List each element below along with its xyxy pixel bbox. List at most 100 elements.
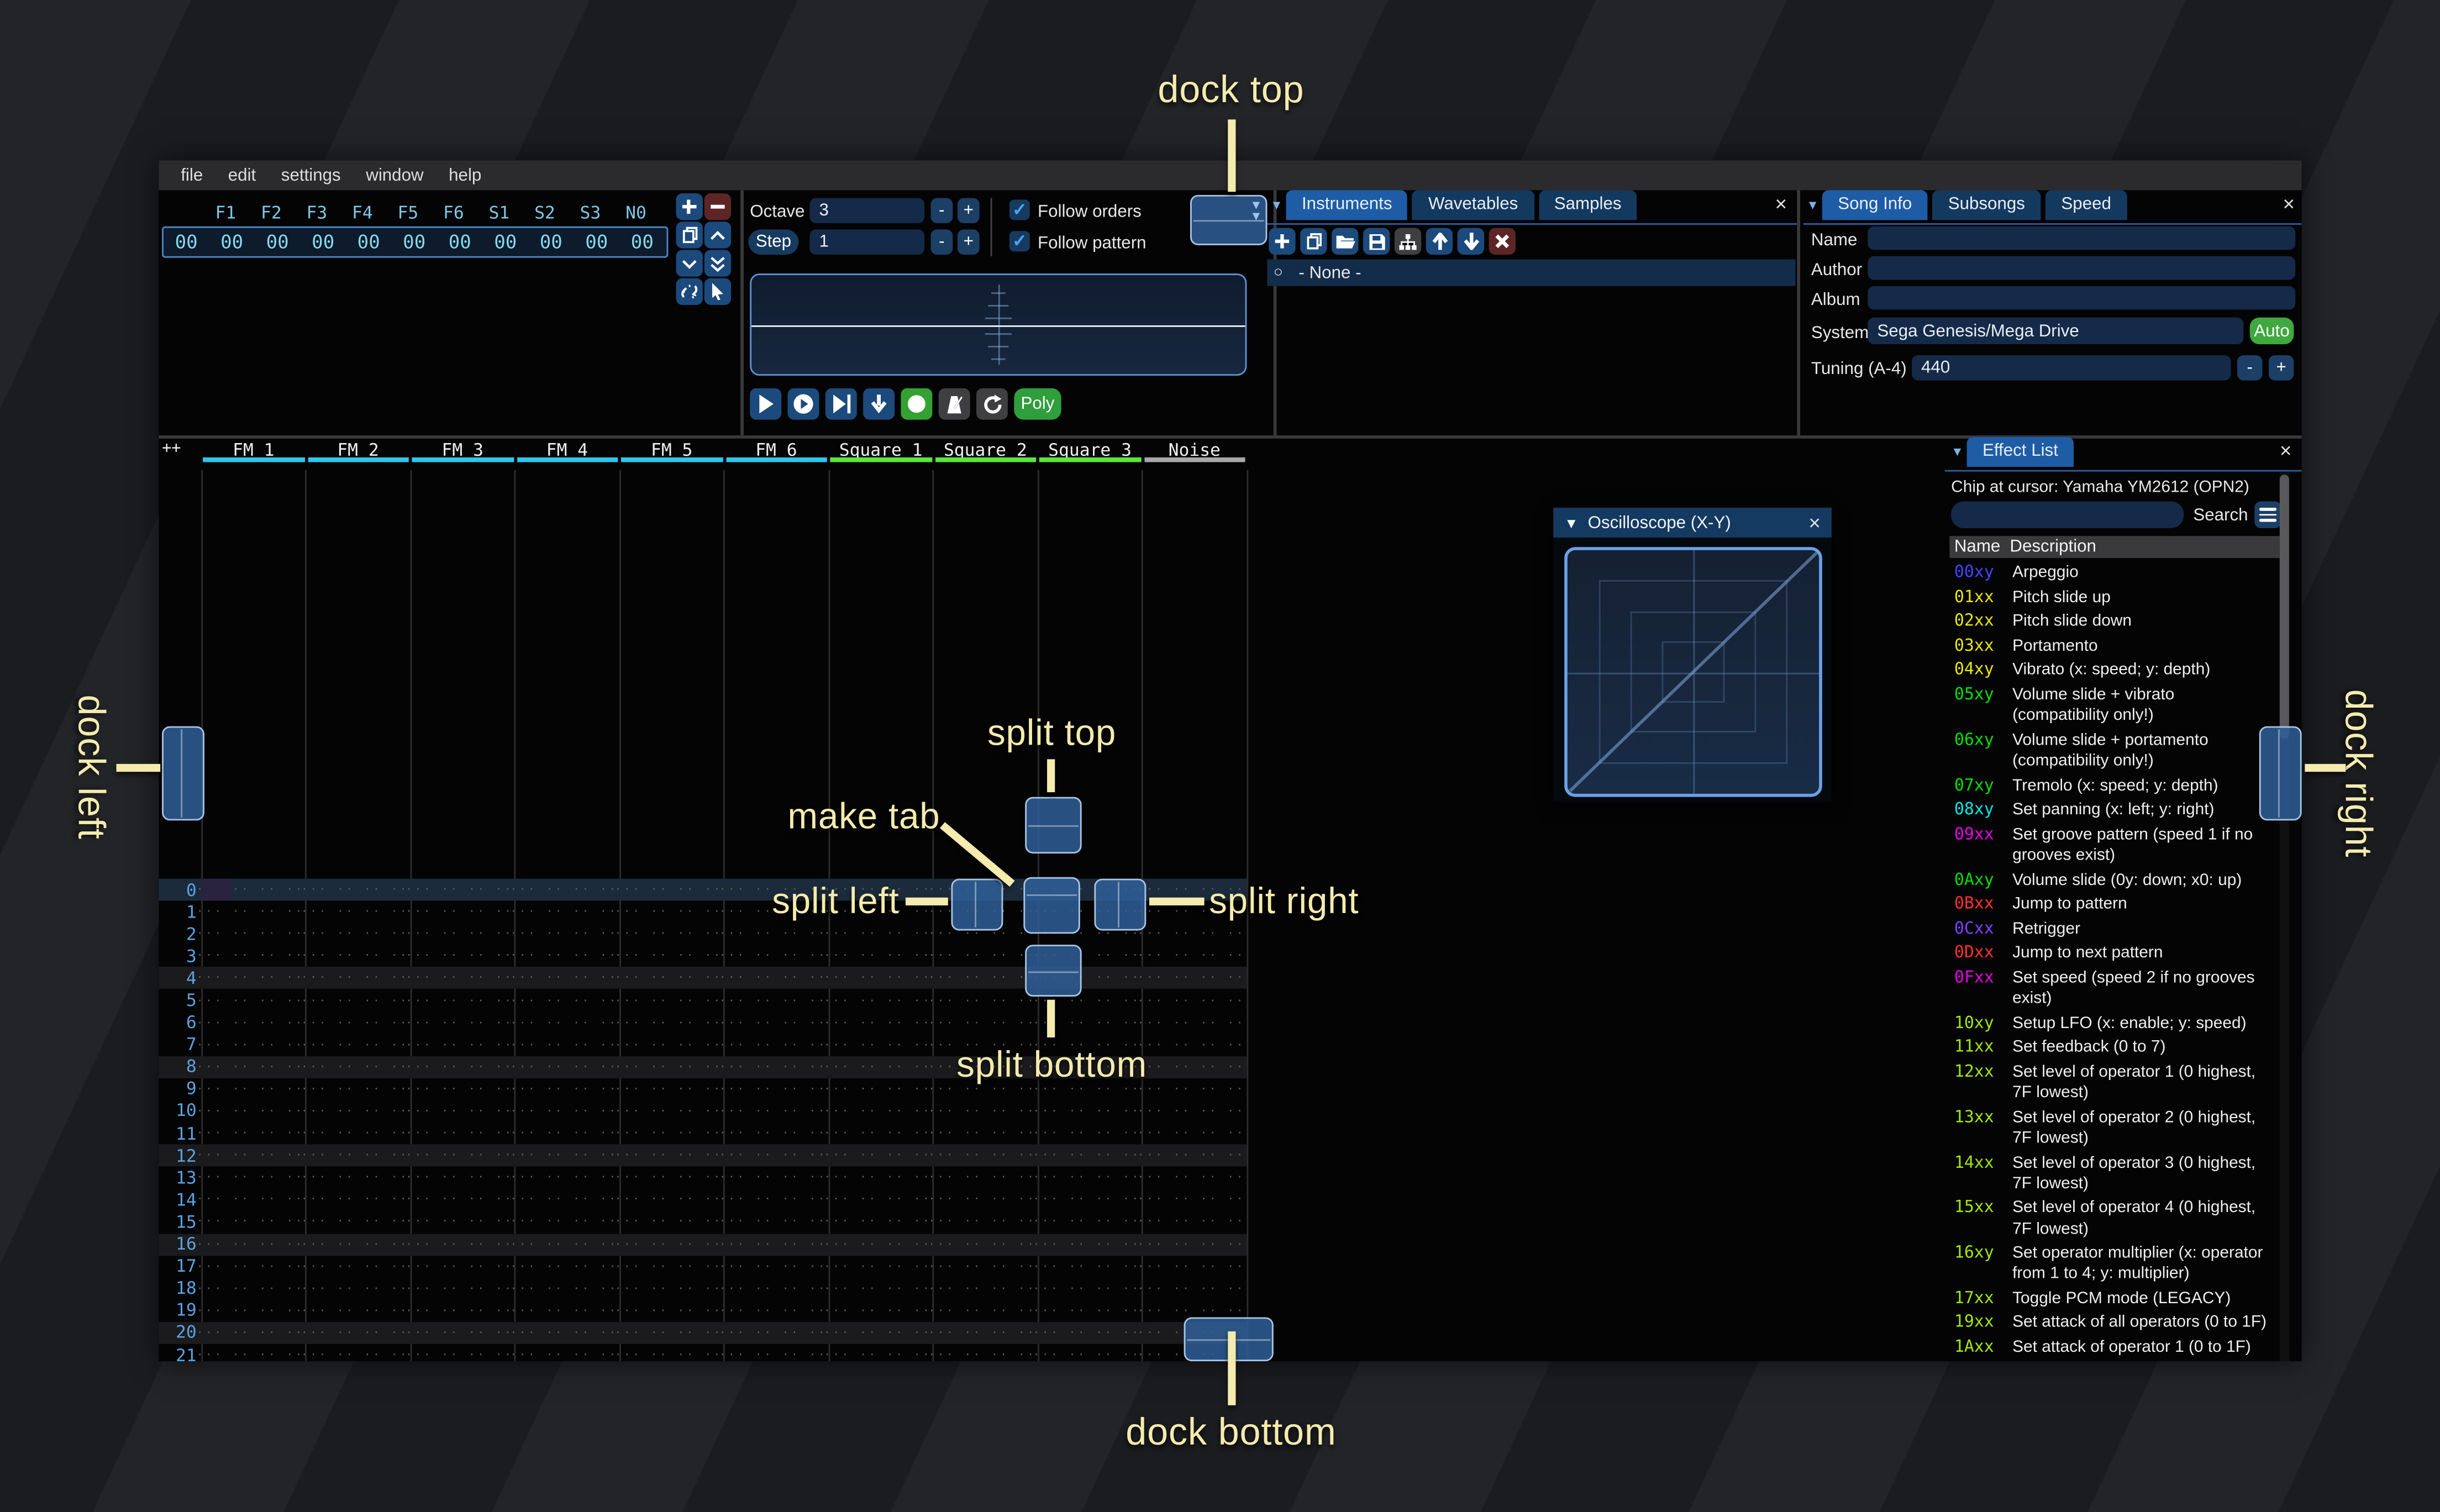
pattern-cell[interactable]: ··· ·· ·· ···· <box>301 1016 406 1029</box>
order-column-label[interactable]: F5 <box>385 203 431 223</box>
pattern-cell[interactable]: ··· ·· ·· ···· <box>615 1083 719 1095</box>
pattern-cell[interactable]: ··· ·· ·· ···· <box>824 950 928 963</box>
pattern-row[interactable]: 4 ··· ·· ·· · ··· ·· · · · ·· · ·· ·· · · ·· ·· … <box>159 967 1247 990</box>
order-cell[interactable]: 00 <box>483 231 529 253</box>
close-icon[interactable]: × <box>1775 193 1787 214</box>
order-remove-button[interactable] <box>704 193 732 220</box>
pattern-cell[interactable]: ··· ·· ·· ···· <box>1138 1039 1242 1051</box>
step-input[interactable]: 1 <box>809 229 925 255</box>
pattern-cell[interactable]: ··· ·· ·· ···· <box>301 1260 406 1273</box>
pattern-cell[interactable]: ··· ·· ·· ···· <box>510 1348 614 1361</box>
pattern-cell[interactable]: ··· ·· ·· ···· <box>1033 1105 1137 1118</box>
pattern-cell[interactable]: ··· ·· ·· ···· <box>1033 1127 1137 1140</box>
pattern-row[interactable]: 3 ··· ·· ·· · ··· ·· · · · ·· · ·· ·· · · ·· ·· … <box>159 945 1247 967</box>
pattern-cell[interactable]: ··· ·· ·· ···· <box>197 1282 301 1295</box>
pattern-cell[interactable]: ··· ·· ·· ···· <box>510 1260 614 1273</box>
order-cell[interactable]: 00 <box>300 231 346 253</box>
order-cell[interactable]: 00 <box>619 231 665 253</box>
order-column-label[interactable]: F6 <box>431 203 477 223</box>
pattern-cell[interactable]: ··· ·· ·· ···· <box>406 950 510 963</box>
collapse-icon[interactable]: ▼ <box>1270 198 1283 213</box>
pattern-row[interactable]: 13 ··· ·· ·· · ··· ·· · · · ·· · ·· ·· · · ·· ··… <box>159 1167 1247 1189</box>
play-pattern-button[interactable] <box>787 388 819 420</box>
pattern-cell[interactable]: ··· ·· ·· ···· <box>406 1127 510 1140</box>
menu-item[interactable]: window <box>353 166 436 185</box>
collapse-icon[interactable]: ▼ ▼ <box>1250 199 1263 223</box>
pattern-cell[interactable]: ··· ·· ·· ···· <box>301 1083 406 1095</box>
pattern-cell[interactable]: ··· ·· ·· ···· <box>301 1282 406 1295</box>
effect-row[interactable]: 00xy Arpeggio <box>1954 563 2285 584</box>
channel-header[interactable]: Noise <box>1142 435 1247 470</box>
pattern-row[interactable]: 14 ··· ·· ·· · ··· ·· · · · ·· · ·· ·· · · ·· ··… <box>159 1189 1247 1211</box>
pattern-cell[interactable]: ··· ·· ·· ···· <box>615 1194 719 1207</box>
pattern-cell[interactable]: ··· ·· ·· ···· <box>719 1149 824 1162</box>
pattern-cell[interactable]: ··· ·· ·· ···· <box>510 1149 614 1162</box>
pattern-cell[interactable]: ··· ·· ·· ···· <box>824 1282 928 1295</box>
pattern-cell[interactable]: ··· ·· ·· ···· <box>928 1216 1033 1229</box>
pattern-cell[interactable]: ··· ·· ·· ···· <box>615 905 719 918</box>
pattern-row[interactable]: 10 ··· ·· ·· · ··· ·· · · · ·· · ·· ·· · · ·· ··… <box>159 1100 1247 1123</box>
tuning-plus-button[interactable]: + <box>2268 355 2294 381</box>
pattern-cell[interactable]: ··· ·· ·· ···· <box>406 1016 510 1029</box>
pattern-cell[interactable]: ··· ·· ·· ···· <box>510 1061 614 1073</box>
instruments-tab[interactable]: Instruments <box>1286 190 1408 220</box>
pattern-cell[interactable]: ··· ·· ·· ···· <box>928 994 1033 1007</box>
pattern-cell[interactable]: ··· ·· ·· ···· <box>406 905 510 918</box>
description-column-header[interactable]: Description <box>2010 538 2096 556</box>
pattern-row[interactable]: 11 ··· ·· ·· · ··· ·· · · · ·· · ·· ·· · · ·· ··… <box>159 1123 1247 1145</box>
pattern-cell[interactable]: ··· ·· ·· ···· <box>824 1149 928 1162</box>
step-plus-button[interactable]: + <box>957 229 980 255</box>
pattern-cell[interactable]: ··· ·· ·· ···· <box>406 972 510 985</box>
system-input[interactable]: Sega Genesis/Mega Drive <box>1868 317 2244 345</box>
order-cursor-icon[interactable] <box>704 278 732 305</box>
pattern-cell[interactable]: ··· ·· ·· ···· <box>824 1039 928 1051</box>
pattern-cell[interactable]: ··· ·· ·· ···· <box>197 972 301 985</box>
pattern-cell[interactable]: ··· ·· ·· ···· <box>719 1304 824 1317</box>
pattern-cell[interactable]: ··· ·· ·· ···· <box>406 1039 510 1051</box>
effect-row[interactable]: 01xx Pitch slide up <box>1954 587 2285 608</box>
pattern-cell[interactable]: ··· ·· ·· ···· <box>824 1304 928 1317</box>
effect-table-header[interactable]: Name Description <box>1949 536 2283 559</box>
pattern-cell[interactable]: ··· ·· ·· ···· <box>615 1016 719 1029</box>
order-column-label[interactable]: S1 <box>476 203 522 223</box>
pattern-cell[interactable]: ··· ·· ·· ···· <box>1138 1016 1242 1029</box>
channel-header[interactable]: Square 1 <box>829 435 933 470</box>
pattern-cell[interactable]: ··· ·· ·· ···· <box>1138 1238 1242 1251</box>
instruments-tab[interactable]: Samples <box>1538 190 1637 220</box>
step-minus-button[interactable]: - <box>930 229 953 255</box>
oscilloscope-xy-window[interactable]: ▼ Oscilloscope (X-Y) × <box>1553 508 1832 802</box>
pattern-cell[interactable]: ··· ·· ·· ···· <box>719 1083 824 1095</box>
order-column-label[interactable]: F4 <box>340 203 386 223</box>
close-icon[interactable]: × <box>1808 513 1821 533</box>
pattern-cell[interactable]: ··· ·· ·· ···· <box>197 994 301 1007</box>
pattern-cell[interactable]: ··· ·· ·· ···· <box>928 1105 1033 1118</box>
pattern-cell[interactable]: ··· ·· ·· ···· <box>197 1260 301 1273</box>
pattern-cell[interactable]: ··· ·· ·· ···· <box>406 1282 510 1295</box>
pattern-cell[interactable]: ··· ·· ·· ···· <box>824 1083 928 1095</box>
effect-row[interactable]: 04xy Vibrato (x: speed; y: depth) <box>1954 661 2285 682</box>
instruments-tab[interactable]: Wavetables <box>1412 190 1534 220</box>
pattern-cell[interactable]: ··· ·· ·· ···· <box>406 1172 510 1184</box>
effect-row[interactable]: 0Fxx Set speed (speed 2 if no grooves ex… <box>1954 968 2285 1010</box>
make-tab-target[interactable] <box>1023 877 1080 934</box>
repeat-button[interactable] <box>976 388 1008 420</box>
pattern-cell[interactable]: ··· ·· ·· ···· <box>406 1260 510 1273</box>
pattern-cell[interactable]: ··· ·· ·· ···· <box>510 1238 614 1251</box>
pattern-cell[interactable]: ··· ·· ·· ···· <box>510 1194 614 1207</box>
pattern-cell[interactable]: ··· ·· ·· ···· <box>719 1282 824 1295</box>
pattern-cell[interactable]: ··· ·· ·· ···· <box>615 994 719 1007</box>
pattern-cell[interactable]: ··· ·· ·· ···· <box>1138 1105 1242 1118</box>
order-cell[interactable]: 00 <box>164 231 209 253</box>
pattern-cell[interactable]: ··· ·· ·· ···· <box>928 1348 1033 1361</box>
song-info-tab[interactable]: Subsongs <box>1932 190 2041 220</box>
follow-orders-checkbox[interactable]: ✓ <box>1009 199 1030 220</box>
pattern-cell[interactable]: ··· ·· ·· ···· <box>615 1282 719 1295</box>
order-column-label[interactable]: S3 <box>567 203 613 223</box>
song-info-tab[interactable]: Speed <box>2045 190 2127 220</box>
oscilloscope-titlebar[interactable]: ▼ Oscilloscope (X-Y) × <box>1553 508 1832 538</box>
pattern-cell[interactable]: ··· ·· ·· ···· <box>510 905 614 918</box>
system-auto-button[interactable]: Auto <box>2249 317 2294 345</box>
pattern-cell[interactable]: ··· ·· ·· ···· <box>406 1304 510 1317</box>
pattern-cell[interactable]: ··· ·· ·· ···· <box>301 972 406 985</box>
pattern-cell[interactable]: ··· ·· ·· ···· <box>615 1127 719 1140</box>
